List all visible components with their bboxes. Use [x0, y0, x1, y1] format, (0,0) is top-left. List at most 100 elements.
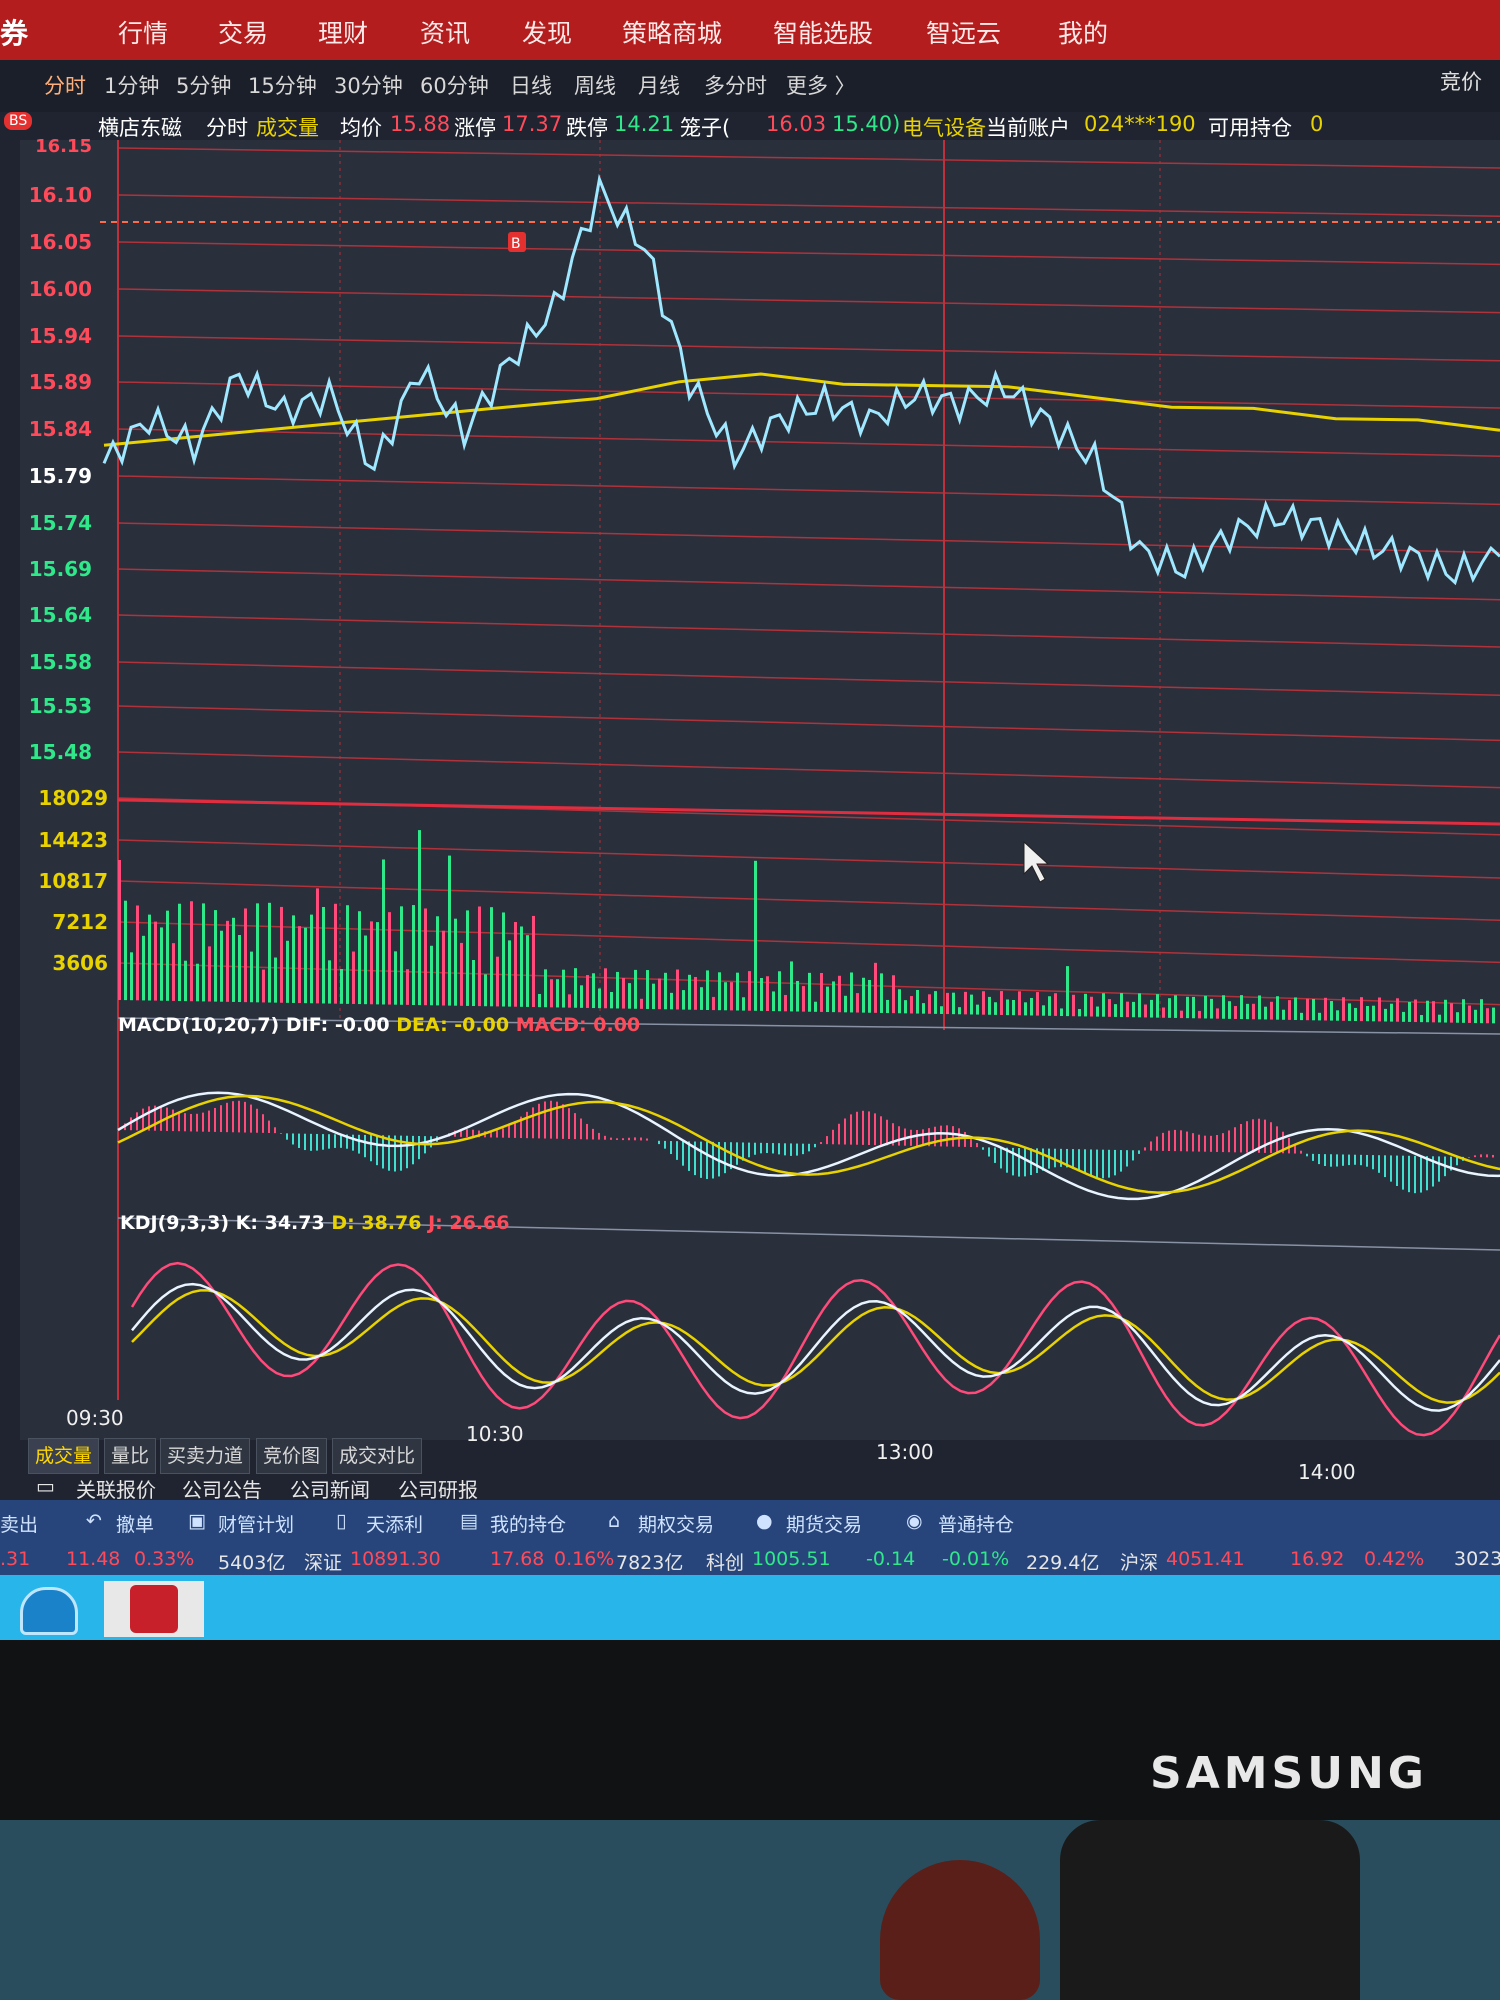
macd-bar: [1264, 1119, 1266, 1153]
trade-my-holdings[interactable]: 我的持仓: [490, 1510, 566, 1537]
volume-bar: [634, 969, 637, 1009]
volume-bar: [622, 977, 625, 1009]
price-axis-15.84: 15.84: [28, 417, 92, 441]
intraday-chart[interactable]: B: [0, 0, 1500, 1640]
link-related-quotes[interactable]: 关联报价: [76, 1474, 156, 1503]
volume-bar: [328, 960, 331, 1004]
trade-normal-holdings[interactable]: 普通持仓: [938, 1510, 1014, 1537]
idx-sz-amount: 7823亿: [616, 1552, 684, 1574]
macd-bar: [1336, 1154, 1338, 1167]
macd-bar: [628, 1137, 630, 1141]
macd-bar: [1360, 1154, 1362, 1166]
info-icon: ●: [756, 1510, 773, 1532]
volume-bar: [118, 860, 121, 1000]
macd-bar: [784, 1143, 786, 1156]
trade-futures[interactable]: 期货交易: [786, 1510, 862, 1537]
kdj-label: KDJ(9,3,3): [120, 1212, 230, 1234]
volume-bar: [526, 935, 529, 1007]
macd-bar: [838, 1123, 840, 1145]
macd-bar: [1312, 1153, 1314, 1161]
volume-bar: [994, 1002, 997, 1015]
volume-bar: [454, 918, 457, 1006]
trade-options[interactable]: 期权交易: [638, 1510, 714, 1537]
macd-bar: [1420, 1156, 1422, 1193]
speedometer-app-icon[interactable]: [20, 1587, 78, 1635]
macd-bar: [160, 1106, 162, 1131]
related-panel-icon[interactable]: ▭: [36, 1474, 55, 1498]
trade-finance-plan[interactable]: 财管计划: [218, 1510, 294, 1537]
volume-axis-7212: 7212: [52, 910, 108, 934]
volume-bar: [532, 915, 535, 1008]
taskbar-app-tile[interactable]: [104, 1581, 204, 1637]
macd-bar: [178, 1111, 180, 1132]
volume-bar: [490, 907, 493, 1007]
macd-bar: [1108, 1149, 1110, 1178]
macd-bar: [364, 1134, 366, 1158]
volume-bar: [1366, 1006, 1369, 1022]
volume-bar: [538, 993, 541, 1008]
tab-buy-sell-force[interactable]: 买卖力道: [160, 1438, 251, 1474]
macd-bar: [502, 1128, 504, 1138]
macd-bar: [184, 1113, 186, 1132]
volume-bar: [1018, 991, 1021, 1016]
volume-bar: [670, 992, 673, 1010]
volume-bar: [1174, 995, 1177, 1018]
time-1030: 10:30: [466, 1422, 524, 1446]
tab-volume-ratio[interactable]: 量比: [104, 1438, 157, 1474]
tab-volume-compare[interactable]: 成交对比: [332, 1438, 423, 1474]
volume-bar: [1480, 999, 1483, 1024]
macd-bar: [1306, 1153, 1308, 1157]
volume-bar: [220, 930, 223, 1002]
trade-cancel-order[interactable]: 撤单: [116, 1510, 154, 1537]
link-company-research[interactable]: 公司研报: [398, 1474, 478, 1503]
macd-bar: [328, 1134, 330, 1149]
volume-axis-18029: 18029: [38, 786, 108, 810]
volume-bar: [838, 975, 841, 1013]
macd-bar: [874, 1113, 876, 1146]
macd-bar: [826, 1136, 828, 1145]
macd-bar: [706, 1141, 708, 1180]
link-company-announcements[interactable]: 公司公告: [182, 1474, 262, 1503]
price-axis-15.53: 15.53: [28, 694, 92, 718]
volume-bar: [238, 935, 241, 1003]
trade-sell[interactable]: 卖出: [0, 1510, 38, 1537]
macd-bar: [1162, 1132, 1164, 1151]
volume-bar: [1222, 995, 1225, 1019]
macd-bar: [586, 1123, 588, 1140]
link-company-news[interactable]: 公司新闻: [290, 1474, 370, 1503]
macd-bar: [136, 1112, 138, 1131]
volume-bar: [1096, 1006, 1099, 1017]
volume-bar: [514, 922, 517, 1007]
volume-bar: [1144, 1004, 1147, 1018]
volume-bar: [292, 915, 295, 1003]
volume-bar: [1120, 993, 1123, 1018]
trade-tiantianli[interactable]: 天添利: [366, 1510, 423, 1537]
macd-bar: [700, 1141, 702, 1178]
tab-auction-chart[interactable]: 竞价图: [256, 1438, 328, 1474]
volume-bar: [1270, 1001, 1273, 1020]
idx-kc-value: 1005.51: [752, 1548, 831, 1570]
macd-bar: [976, 1143, 978, 1148]
macd-bar: [634, 1137, 636, 1141]
volume-bar: [886, 999, 889, 1014]
macd-bar: [250, 1104, 252, 1133]
volume-bar: [418, 830, 421, 1006]
volume-bar: [814, 1001, 817, 1012]
volume-bar: [820, 972, 823, 1012]
macd-bar: [832, 1129, 834, 1145]
volume-bar: [1408, 1002, 1411, 1022]
volume-bar: [1162, 1007, 1165, 1018]
price-axis-16.00: 16.00: [28, 277, 92, 301]
volume-bar: [784, 994, 787, 1012]
volume-bar: [1378, 997, 1381, 1022]
tab-volume[interactable]: 成交量: [28, 1438, 100, 1474]
volume-bar: [916, 989, 919, 1014]
macd-bar: [1408, 1155, 1410, 1193]
macd-bar: [952, 1126, 954, 1147]
macd-bar: [664, 1140, 666, 1149]
macd-bar: [238, 1100, 240, 1133]
volume-bar: [922, 1003, 925, 1014]
macd-bar: [676, 1141, 678, 1160]
price-axis-16.10: 16.10: [28, 183, 92, 207]
macd-bar: [790, 1143, 792, 1156]
